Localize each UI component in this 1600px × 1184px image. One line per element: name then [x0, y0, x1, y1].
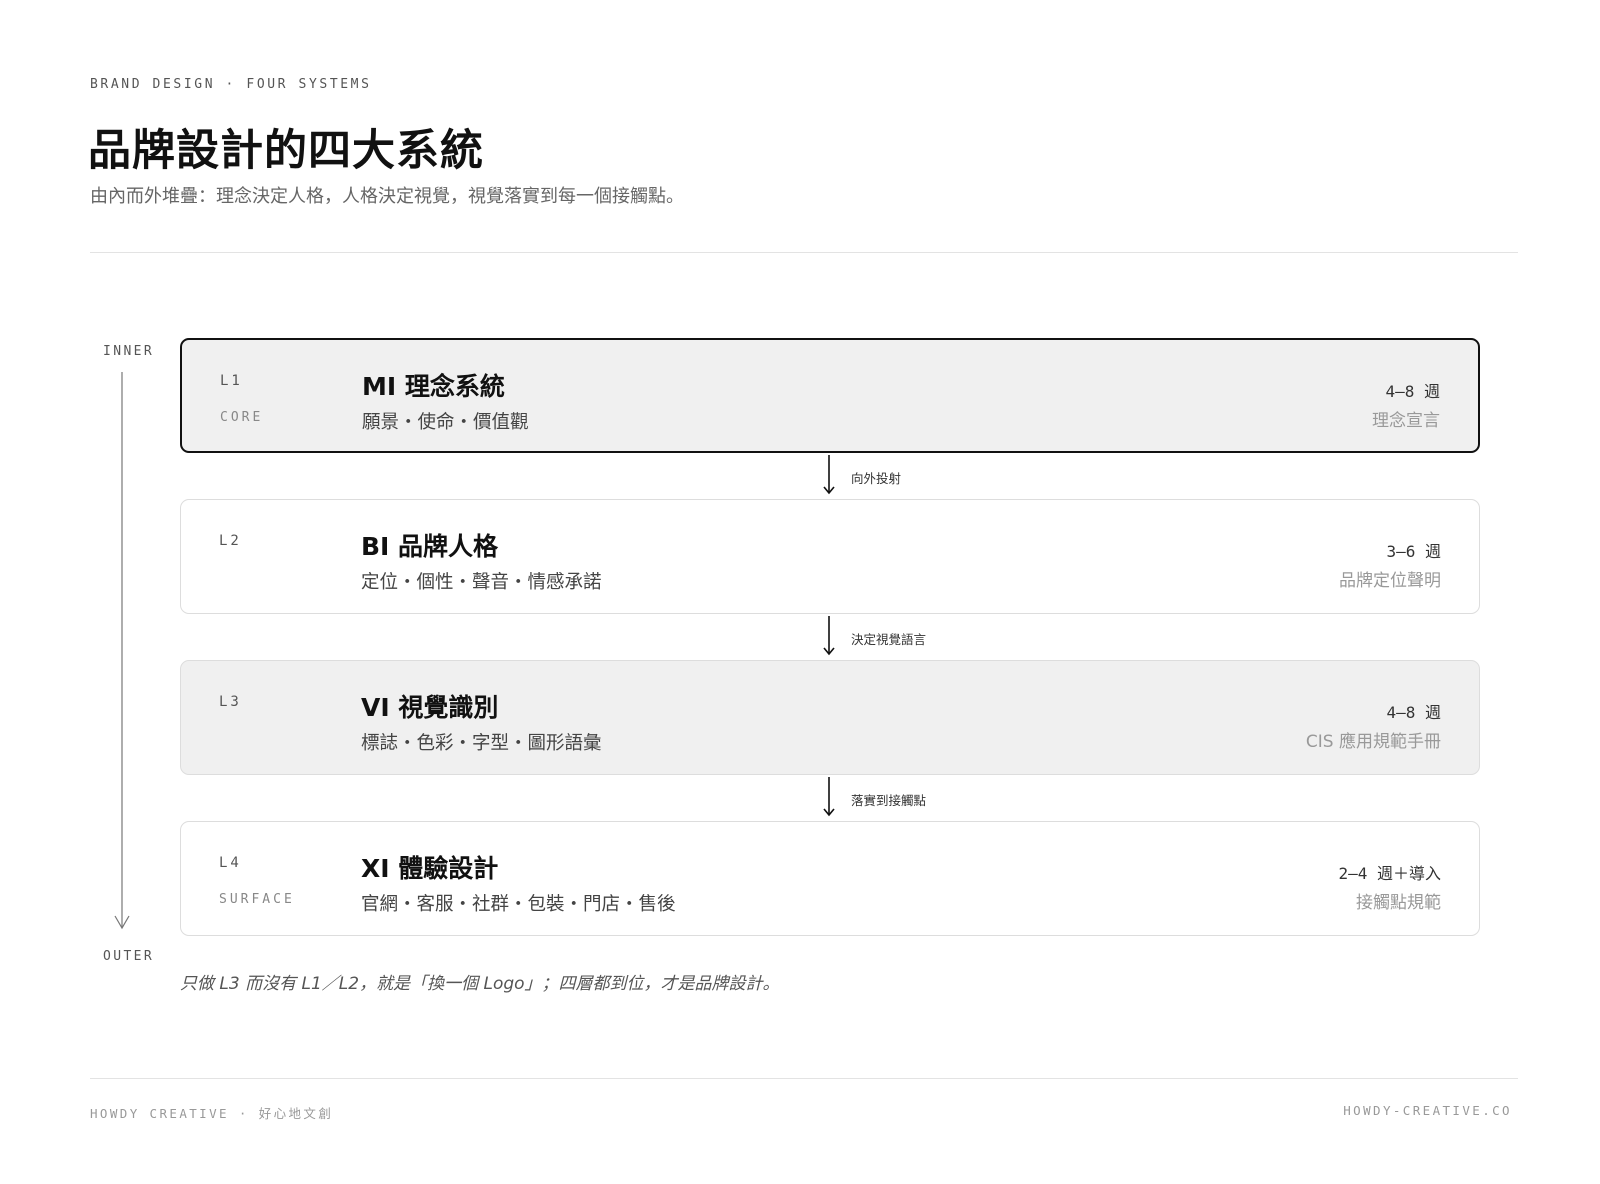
layer-tag: SURFACE [219, 892, 295, 907]
connector-3: 落實到接觸點 [822, 777, 1022, 821]
layer-card-vi: L3 VI 視覺識別 標誌・色彩・字型・圖形語彙 4–8 週 CIS 應用規範手… [180, 660, 1480, 775]
page-title: 品牌設計的四大系統 [88, 126, 484, 176]
layer-deliverable: 接觸點規範 [1356, 893, 1441, 913]
footnote: 只做 L3 而沒有 L1／L2，就是「換一個 Logo」；四層都到位，才是品牌設… [180, 974, 780, 994]
layer-deliverable: CIS 應用規範手冊 [1305, 732, 1441, 752]
layer-card-bi: L2 BI 品牌人格 定位・個性・聲音・情感承諾 3–6 週 品牌定位聲明 [180, 499, 1480, 614]
connector-label: 向外投射 [851, 471, 902, 486]
layer-duration: 4–8 週 [1385, 382, 1440, 401]
axis-outer-label: OUTER [103, 949, 155, 964]
footer-url: HOWDY-CREATIVE.CO [1343, 1103, 1512, 1118]
layer-duration: 2–4 週＋導入 [1338, 864, 1441, 883]
layer-level: L3 [219, 694, 242, 710]
layer-level: L2 [219, 533, 242, 549]
top-divider [90, 252, 1518, 253]
connector-2: 決定視覺語言 [822, 616, 1022, 660]
axis-inner-label: INNER [103, 344, 155, 359]
layer-card-xi: L4 SURFACE XI 體驗設計 官網・客服・社群・包裝・門店・售後 2–4… [180, 821, 1480, 936]
layer-name: XI 體驗設計 [361, 854, 499, 883]
arrow-down-icon [823, 616, 835, 656]
footer-brand: HOWDY CREATIVE · 好心地文創 [90, 1106, 334, 1121]
layer-items: 標誌・色彩・字型・圖形語彙 [361, 733, 602, 754]
layer-deliverable: 品牌定位聲明 [1339, 571, 1441, 591]
eyebrow: BRAND DESIGN · FOUR SYSTEMS [90, 77, 372, 92]
layer-name: VI 視覺識別 [361, 693, 499, 722]
layer-items: 定位・個性・聲音・情感承諾 [361, 572, 602, 593]
connector-1: 向外投射 [822, 455, 1022, 499]
page-subtitle: 由內而外堆疊：理念決定人格，人格決定視覺，視覺落實到每一個接觸點。 [90, 186, 684, 207]
layer-duration: 3–6 週 [1386, 542, 1441, 561]
connector-label: 落實到接觸點 [851, 793, 927, 808]
layer-level: L1 [220, 373, 243, 389]
arrow-down-icon [823, 455, 835, 495]
arrow-down-icon [823, 777, 835, 817]
layer-level: L4 [219, 855, 242, 871]
layer-deliverable: 理念宣言 [1372, 411, 1440, 431]
layer-items: 官網・客服・社群・包裝・門店・售後 [361, 894, 676, 915]
layer-items: 願景・使命・價值觀 [362, 412, 529, 433]
layer-tag: CORE [220, 410, 264, 425]
layer-card-mi: L1 CORE MI 理念系統 願景・使命・價值觀 4–8 週 理念宣言 [180, 338, 1480, 453]
layer-name: MI 理念系統 [362, 372, 505, 401]
bottom-divider [90, 1078, 1518, 1079]
layer-duration: 4–8 週 [1386, 703, 1441, 722]
connector-label: 決定視覺語言 [851, 632, 927, 647]
layer-name: BI 品牌人格 [361, 532, 499, 561]
depth-axis-arrow-icon [114, 372, 130, 930]
